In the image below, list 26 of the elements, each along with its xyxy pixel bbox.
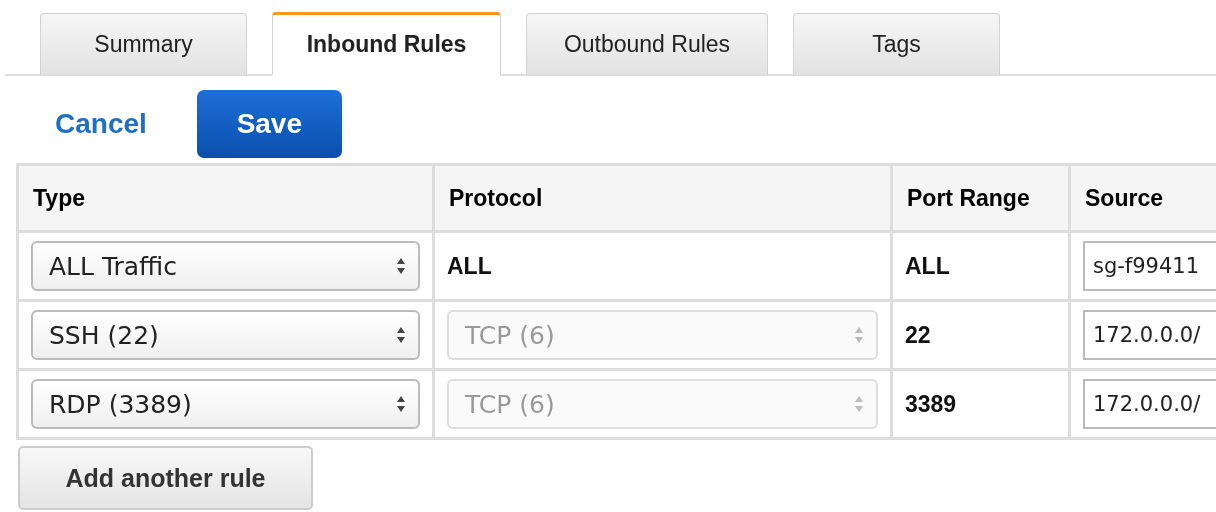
port-range-value: 22 — [905, 321, 931, 348]
type-select[interactable]: RDP (3389) — [31, 379, 420, 429]
up-down-arrows-icon — [396, 395, 406, 413]
column-header: Protocol — [433, 164, 892, 232]
port-range-value: ALL — [905, 252, 950, 279]
type-select[interactable]: ALL Traffic — [31, 241, 420, 291]
up-down-arrows-icon — [854, 326, 864, 344]
type-select[interactable]: SSH (22) — [31, 310, 420, 360]
up-down-arrows-icon — [396, 257, 406, 275]
save-button[interactable]: Save — [196, 90, 342, 158]
column-header: Port Range — [891, 164, 1070, 232]
add-rule-button[interactable]: Add another rule — [18, 446, 313, 510]
up-down-arrows-icon — [396, 326, 406, 344]
tab[interactable]: Tags — [793, 13, 1000, 76]
cancel-link[interactable]: Cancel — [55, 108, 147, 140]
port-range-value: 3389 — [905, 390, 957, 417]
tab[interactable]: Inbound Rules — [272, 12, 501, 76]
protocol-value: ALL — [447, 252, 492, 279]
tab[interactable]: Outbound Rules — [526, 13, 768, 76]
column-header: Source — [1069, 164, 1216, 232]
source-field[interactable]: 172.0.0.0/ — [1083, 379, 1216, 429]
source-field[interactable]: sg-f99411 — [1083, 241, 1216, 291]
tab[interactable]: Summary — [40, 13, 247, 76]
source-field[interactable]: 172.0.0.0/ — [1083, 310, 1216, 360]
column-header: Type — [17, 164, 434, 232]
up-down-arrows-icon — [854, 395, 864, 413]
